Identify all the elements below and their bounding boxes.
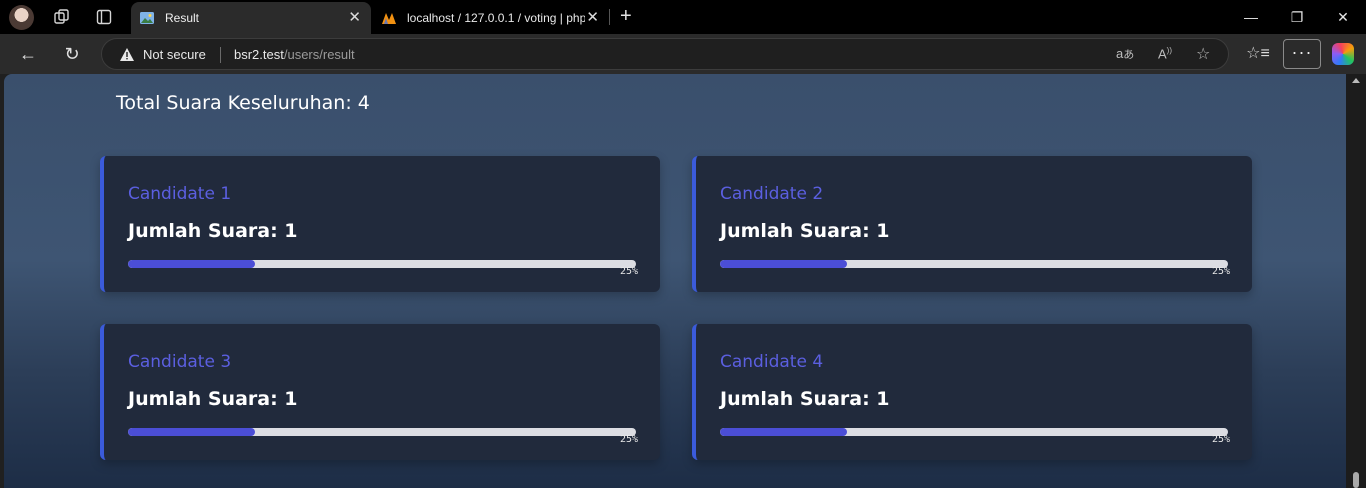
progress-bar bbox=[128, 260, 636, 268]
progress-fill bbox=[128, 260, 255, 268]
address-divider bbox=[220, 47, 221, 63]
tab-actions-icon[interactable] bbox=[93, 7, 115, 27]
candidate-name: Candidate 2 bbox=[720, 184, 824, 204]
close-tab-icon[interactable]: ✕ bbox=[348, 10, 361, 26]
close-window-icon[interactable]: ✕ bbox=[1329, 6, 1357, 28]
candidate-name: Candidate 1 bbox=[128, 184, 232, 204]
candidate-card: Candidate 4 Jumlah Suara: 1 25% bbox=[692, 324, 1252, 460]
progress-bar bbox=[720, 260, 1228, 268]
close-tab-icon[interactable]: ✕ bbox=[586, 10, 599, 26]
vote-count: Jumlah Suara: 1 bbox=[128, 388, 298, 410]
back-icon[interactable]: ← bbox=[16, 43, 40, 65]
vote-count: Jumlah Suara: 1 bbox=[720, 220, 890, 242]
page-content: Total Suara Keseluruhan: 4 Candidate 1 J… bbox=[4, 74, 1346, 488]
favorites-list-icon[interactable]: ☆≡ bbox=[1246, 43, 1270, 65]
tab-bar: Result ✕ localhost / 127.0.0.1 / voting … bbox=[0, 0, 1366, 34]
scroll-up-icon[interactable] bbox=[1352, 78, 1360, 83]
url-path: /users/result bbox=[283, 47, 355, 62]
settings-more-button[interactable]: ··· bbox=[1283, 39, 1321, 69]
candidate-card: Candidate 3 Jumlah Suara: 1 25% bbox=[100, 324, 660, 460]
restore-icon[interactable]: ❐ bbox=[1283, 6, 1311, 28]
progress-fill bbox=[720, 260, 847, 268]
warning-icon[interactable] bbox=[119, 47, 135, 62]
workspaces-icon[interactable] bbox=[51, 7, 73, 27]
tab-phpmyadmin[interactable]: localhost / 127.0.0.1 / voting | phpMyAd… bbox=[373, 2, 609, 34]
translate-icon[interactable]: aあ bbox=[1116, 46, 1134, 62]
refresh-icon[interactable]: ↻ bbox=[60, 43, 84, 65]
percent-label: 25% bbox=[1211, 434, 1230, 445]
total-votes-heading: Total Suara Keseluruhan: 4 bbox=[116, 92, 370, 114]
url-text[interactable]: bsr2.test/users/result bbox=[234, 47, 355, 62]
progress-bar bbox=[128, 428, 636, 436]
favorite-star-icon[interactable]: ☆ bbox=[1196, 44, 1210, 64]
vote-count: Jumlah Suara: 1 bbox=[720, 388, 890, 410]
progress-fill bbox=[128, 428, 255, 436]
candidate-card: Candidate 2 Jumlah Suara: 1 25% bbox=[692, 156, 1252, 292]
profile-avatar[interactable] bbox=[9, 5, 34, 30]
scroll-thumb[interactable] bbox=[1353, 472, 1359, 488]
progress-bar bbox=[720, 428, 1228, 436]
read-aloud-icon[interactable]: A)) bbox=[1158, 46, 1172, 61]
percent-label: 25% bbox=[619, 434, 638, 445]
phpmyadmin-icon bbox=[382, 13, 396, 24]
candidate-name: Candidate 3 bbox=[128, 352, 232, 372]
percent-label: 25% bbox=[1211, 266, 1230, 277]
image-icon bbox=[140, 12, 154, 24]
page-scrollbar[interactable] bbox=[1346, 74, 1366, 488]
tab-result[interactable]: Result ✕ bbox=[131, 2, 371, 34]
url-host: bsr2.test bbox=[234, 47, 284, 62]
minimize-icon[interactable]: — bbox=[1237, 6, 1265, 28]
page-viewport: Total Suara Keseluruhan: 4 Candidate 1 J… bbox=[0, 74, 1366, 488]
new-tab-icon[interactable]: + bbox=[620, 6, 632, 26]
vote-count: Jumlah Suara: 1 bbox=[128, 220, 298, 242]
security-label[interactable]: Not secure bbox=[143, 47, 206, 62]
candidate-name: Candidate 4 bbox=[720, 352, 824, 372]
tab-title: localhost / 127.0.0.1 / voting | phpMyAd… bbox=[407, 11, 585, 25]
copilot-icon[interactable] bbox=[1332, 43, 1354, 65]
address-bar[interactable]: Not secure bsr2.test/users/result aあ A))… bbox=[101, 38, 1229, 70]
percent-label: 25% bbox=[619, 266, 638, 277]
progress-fill bbox=[720, 428, 847, 436]
browser-toolbar: ← ↻ Not secure bsr2.test/users/result aあ… bbox=[0, 34, 1366, 74]
tab-title: Result bbox=[165, 11, 200, 25]
candidate-card: Candidate 1 Jumlah Suara: 1 25% bbox=[100, 156, 660, 292]
tab-divider bbox=[609, 9, 610, 25]
